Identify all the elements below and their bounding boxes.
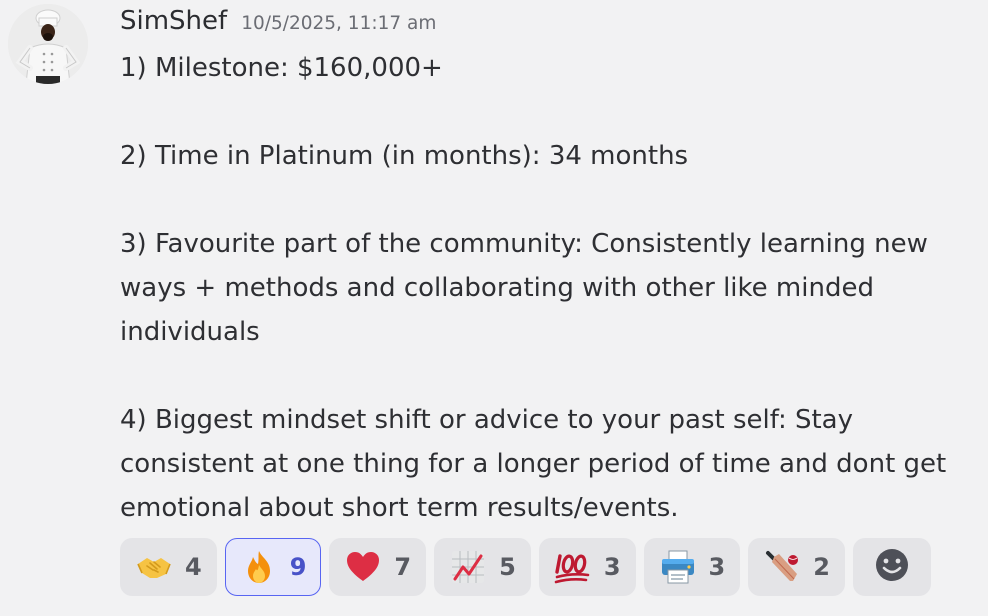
printer-icon [659, 548, 697, 586]
smiley-face-icon [873, 546, 911, 588]
reaction-count: 7 [394, 553, 412, 581]
message-line: 2) Time in Platinum (in months): 34 mont… [120, 141, 689, 171]
message-line: 4) Biggest mindset shift or advice to yo… [120, 405, 853, 435]
reaction-count: 5 [499, 553, 516, 581]
reaction-heart[interactable]: 7 [329, 538, 427, 596]
message-line: 3) Favourite part of the community: Cons… [120, 229, 928, 259]
avatar[interactable] [8, 4, 88, 84]
fire-icon [240, 548, 278, 586]
chef-avatar-image [8, 4, 88, 84]
message-line: 1) Milestone: $160,000+ [120, 53, 443, 83]
reaction-count: 2 [813, 553, 830, 581]
reaction-cricket[interactable]: 2 [748, 538, 845, 596]
reaction-handshake[interactable]: 4 [120, 538, 217, 596]
message-body: 1) Milestone: $160,000+ 2) Time in Plati… [120, 46, 980, 530]
message-line: individuals [120, 317, 260, 347]
username[interactable]: SimShef [120, 6, 227, 36]
hundred-points-icon [554, 548, 592, 586]
message-line: emotional about short term results/event… [120, 493, 679, 523]
handshake-icon [135, 548, 173, 586]
red-heart-icon [344, 548, 382, 586]
message-line: consistent at one thing for a longer per… [120, 449, 947, 479]
chart-increasing-icon [449, 548, 487, 586]
reaction-count: 3 [603, 553, 621, 581]
reaction-chart-increasing[interactable]: 5 [434, 538, 531, 596]
message-line: ways + methods and collaborating with ot… [120, 273, 874, 303]
reaction-bar: 4 9 7 5 3 3 2 [120, 538, 931, 596]
message-header: SimShef 10/5/2025, 11:17 am [120, 6, 436, 42]
add-reaction-button[interactable] [852, 538, 931, 596]
chat-message: SimShef 10/5/2025, 11:17 am 1) Milestone… [0, 0, 988, 616]
cricket-bat-icon [763, 548, 801, 586]
reaction-count: 4 [185, 553, 202, 581]
reaction-printer[interactable]: 3 [643, 538, 741, 596]
reaction-count: 3 [708, 553, 726, 581]
reaction-hundred-points[interactable]: 3 [538, 538, 636, 596]
reaction-fire[interactable]: 9 [224, 538, 322, 596]
reaction-count: 9 [289, 553, 307, 581]
timestamp: 10/5/2025, 11:17 am [241, 13, 437, 34]
